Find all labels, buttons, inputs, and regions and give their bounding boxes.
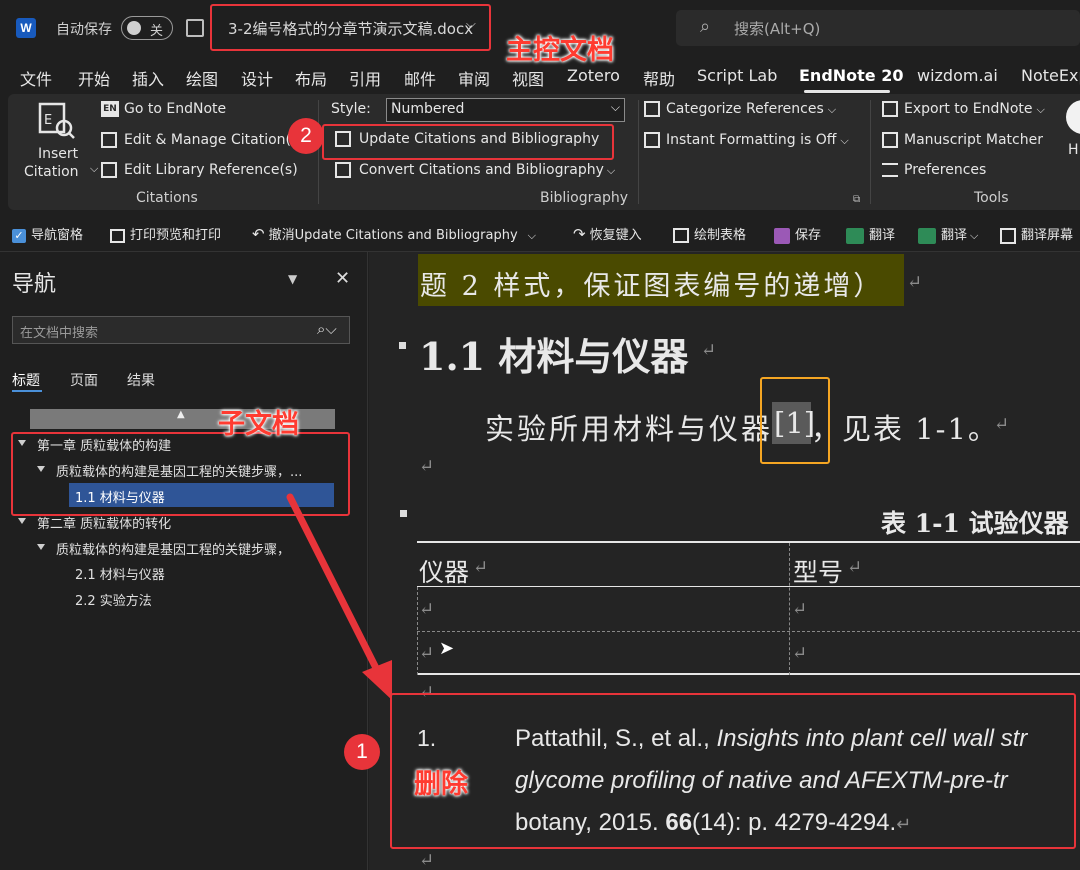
arrow-icon xyxy=(286,493,392,700)
